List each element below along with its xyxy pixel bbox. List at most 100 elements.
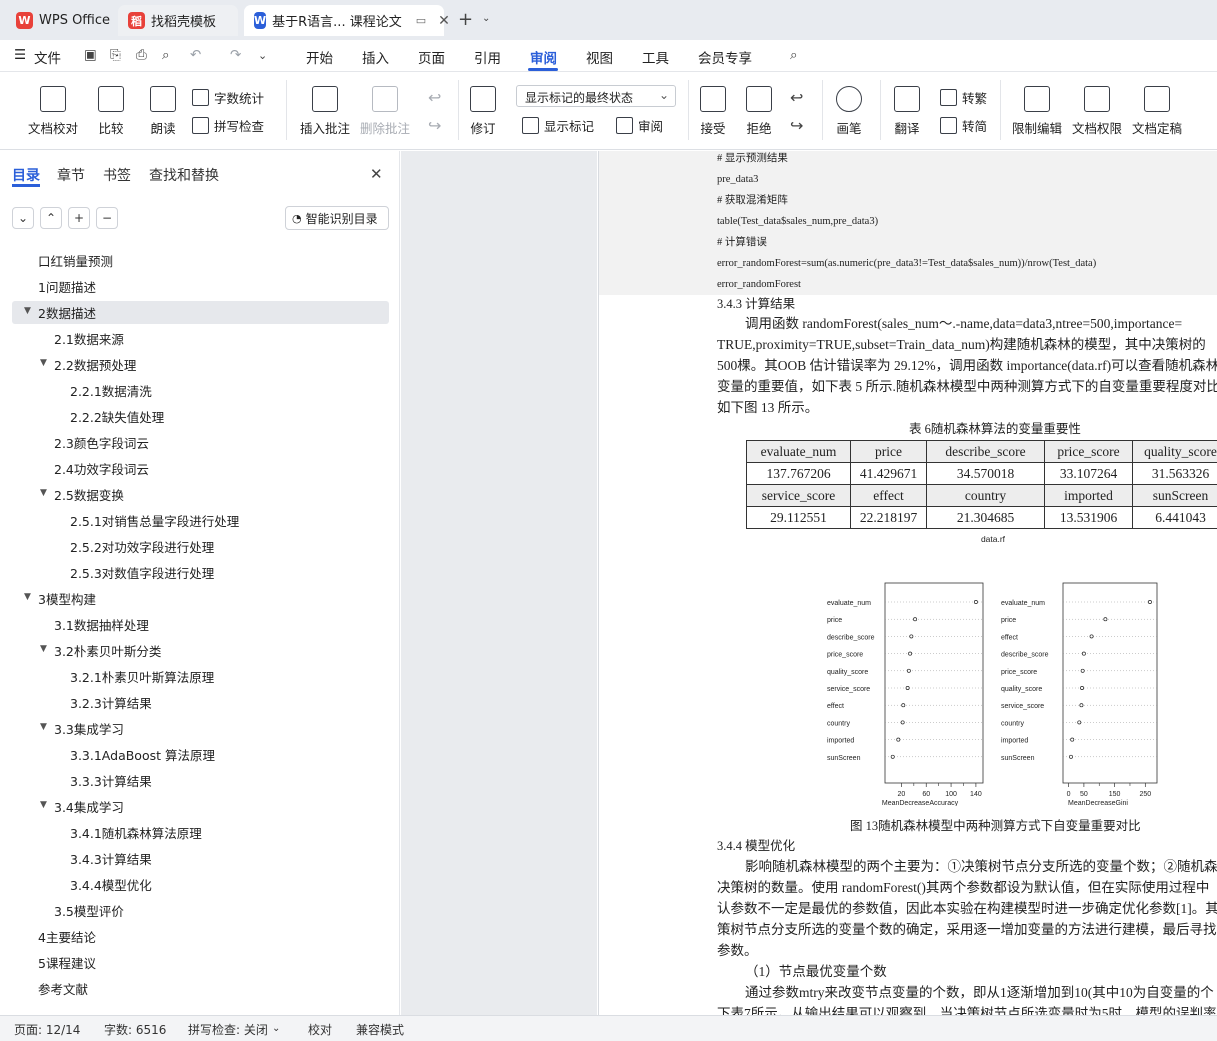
toc-item[interactable]: 5课程建议 xyxy=(38,953,96,972)
toc-item[interactable]: 3.3集成学习 xyxy=(54,719,124,738)
toc-item[interactable]: 3.4集成学习 xyxy=(54,797,124,816)
prev-change-icon[interactable]: ↩ xyxy=(790,88,803,107)
print-icon[interactable]: ⎙ xyxy=(136,47,147,63)
chevron-down-icon[interactable]: ⌄ xyxy=(258,49,267,62)
redo-icon[interactable]: ↷ xyxy=(230,47,241,63)
menu-file[interactable]: 文件 xyxy=(34,47,61,67)
toc-caret-icon[interactable]: ▼ xyxy=(40,358,47,368)
compare-button[interactable]: 比较 xyxy=(98,86,124,137)
toc-item[interactable]: 3.2.3计算结果 xyxy=(70,693,152,712)
new-tab-icon[interactable]: + xyxy=(458,9,473,30)
proofread-status[interactable]: 校对 xyxy=(308,1021,332,1038)
menu-member[interactable]: 会员专享 xyxy=(698,47,752,67)
float-window-icon[interactable]: ▭ xyxy=(416,14,426,27)
toc-item[interactable]: 2.1数据来源 xyxy=(54,329,124,348)
expand-button[interactable]: ⌃ xyxy=(40,207,62,229)
toc-item[interactable]: 口红销量预测 xyxy=(38,251,113,270)
toc-item[interactable]: 3.4.3计算结果 xyxy=(70,849,152,868)
toc-item[interactable]: 3模型构建 xyxy=(38,589,96,608)
toc-item[interactable]: 4主要结论 xyxy=(38,927,96,946)
toc-item[interactable]: 3.3.3计算结果 xyxy=(70,771,152,790)
to-traditional-button[interactable]: 转繁 xyxy=(940,88,987,107)
show-markup-button[interactable]: 显示标记 xyxy=(522,116,594,135)
toc-caret-icon[interactable]: ▼ xyxy=(40,722,47,732)
remove-item-button[interactable]: − xyxy=(96,207,118,229)
toc-caret-icon[interactable]: ▼ xyxy=(24,306,31,316)
next-change-icon[interactable]: ↪ xyxy=(790,116,803,135)
doc-permission-button[interactable]: 文档权限 xyxy=(1072,86,1122,137)
toc-item[interactable]: 2.5数据变换 xyxy=(54,485,124,504)
review-pane-button[interactable]: 审阅 xyxy=(616,116,663,135)
toc-item[interactable]: 3.4.4模型优化 xyxy=(70,875,152,894)
tab-bookmark[interactable]: 书签 xyxy=(103,165,131,185)
toc-item[interactable]: 2数据描述 xyxy=(38,303,96,322)
tab-docer[interactable]: 稻 找稻壳模板 xyxy=(118,5,238,36)
toc-item[interactable]: 3.1数据抽样处理 xyxy=(54,615,149,634)
toc-caret-icon[interactable]: ▼ xyxy=(40,800,47,810)
delete-comment-button[interactable]: 删除批注 xyxy=(360,86,410,137)
smart-toc-button[interactable]: ◔ 智能识别目录 xyxy=(285,206,389,230)
menu-tools[interactable]: 工具 xyxy=(642,47,669,67)
spell-check-button[interactable]: 拼写检查 xyxy=(192,116,264,135)
page-indicator[interactable]: 页面: 12/14 xyxy=(14,1021,80,1038)
toc-caret-icon[interactable]: ▼ xyxy=(40,644,47,654)
toc-caret-icon[interactable]: ▼ xyxy=(40,488,47,498)
menu-view[interactable]: 视图 xyxy=(586,47,613,67)
markup-state-select[interactable]: 显示标记的最终状态 ⌄ xyxy=(516,85,676,107)
toc-item[interactable]: 1问题描述 xyxy=(38,277,96,296)
tab-chapter[interactable]: 章节 xyxy=(57,165,85,185)
spell-check-status[interactable]: 拼写检查: 关闭 xyxy=(188,1021,268,1038)
chevron-down-icon[interactable]: ⌄ xyxy=(482,13,490,24)
toc-item[interactable]: 2.4功效字段词云 xyxy=(54,459,149,478)
next-comment-icon[interactable]: ↪ xyxy=(428,116,441,135)
accept-button[interactable]: 接受 xyxy=(700,86,726,137)
toc-item[interactable]: 2.5.1对销售总量字段进行处理 xyxy=(70,511,239,530)
close-icon[interactable]: ✕ xyxy=(370,165,383,183)
doc-finalize-button[interactable]: 文档定稿 xyxy=(1132,86,1182,137)
toc-item[interactable]: 3.2.1朴素贝叶斯算法原理 xyxy=(70,667,214,686)
toc-item[interactable]: 3.2朴素贝叶斯分类 xyxy=(54,641,161,660)
tab-wps-office[interactable]: W WPS Office xyxy=(6,5,114,36)
menu-page[interactable]: 页面 xyxy=(418,47,445,67)
word-count[interactable]: 字数: 6516 xyxy=(104,1021,166,1038)
add-item-button[interactable]: + xyxy=(68,207,90,229)
translate-button[interactable]: 翻译 xyxy=(894,86,920,137)
toc-caret-icon[interactable]: ▼ xyxy=(24,592,31,602)
toc-item[interactable]: 参考文献 xyxy=(38,979,88,998)
toc-item[interactable]: 3.3.1AdaBoost 算法原理 xyxy=(70,745,215,764)
tab-find-replace[interactable]: 查找和替换 xyxy=(149,165,219,185)
chevron-down-icon[interactable]: ⌄ xyxy=(272,1023,280,1034)
toc-item[interactable]: 2.3颜色字段词云 xyxy=(54,433,149,452)
menu-reference[interactable]: 引用 xyxy=(474,47,501,67)
toc-item[interactable]: 3.4.1随机森林算法原理 xyxy=(70,823,202,842)
save-icon[interactable]: ▣ xyxy=(84,47,97,63)
read-aloud-button[interactable]: 朗读 xyxy=(150,86,176,137)
hamburger-icon[interactable]: ☰ xyxy=(14,47,26,63)
restrict-edit-button[interactable]: 限制编辑 xyxy=(1012,86,1062,137)
menu-home[interactable]: 开始 xyxy=(306,47,333,67)
word-count-button[interactable]: 字数统计 xyxy=(192,88,264,107)
pen-button[interactable]: 画笔 xyxy=(836,86,862,137)
print-preview-icon[interactable]: ⌕ xyxy=(162,47,170,63)
toc-item[interactable]: 2.2.1数据清洗 xyxy=(70,381,152,400)
prev-comment-icon[interactable]: ↩ xyxy=(428,88,441,107)
tab-toc[interactable]: 目录 xyxy=(12,165,40,185)
document-page[interactable]: # 显示预测结果 pre_data3 # 获取混淆矩阵 table(Test_data… xyxy=(598,151,1217,1015)
close-tab-icon[interactable]: ✕ xyxy=(438,13,450,29)
toc-item[interactable]: 2.2数据预处理 xyxy=(54,355,136,374)
tab-document[interactable]: W 基于R语言... 课程论文 ▭ ✕ xyxy=(244,5,450,36)
toc-item[interactable]: 2.5.3对数值字段进行处理 xyxy=(70,563,214,582)
doc-proofread-button[interactable]: 文档校对 xyxy=(28,86,78,137)
toc-item[interactable]: 3.5模型评价 xyxy=(54,901,124,920)
toc-item[interactable]: 2.5.2对功效字段进行处理 xyxy=(70,537,214,556)
menu-review[interactable]: 审阅 xyxy=(530,47,557,67)
insert-comment-button[interactable]: 插入批注 xyxy=(300,86,350,137)
to-simplified-button[interactable]: 转简 xyxy=(940,116,987,135)
search-icon[interactable]: ⌕ xyxy=(790,47,798,63)
toc-item[interactable]: 2.2.2缺失值处理 xyxy=(70,407,164,426)
menu-insert[interactable]: 插入 xyxy=(362,47,389,67)
undo-icon[interactable]: ↶ xyxy=(190,47,201,63)
collapse-button[interactable]: ⌄ xyxy=(12,207,34,229)
revise-button[interactable]: 修订 xyxy=(470,86,496,137)
reject-button[interactable]: 拒绝 xyxy=(746,86,772,137)
